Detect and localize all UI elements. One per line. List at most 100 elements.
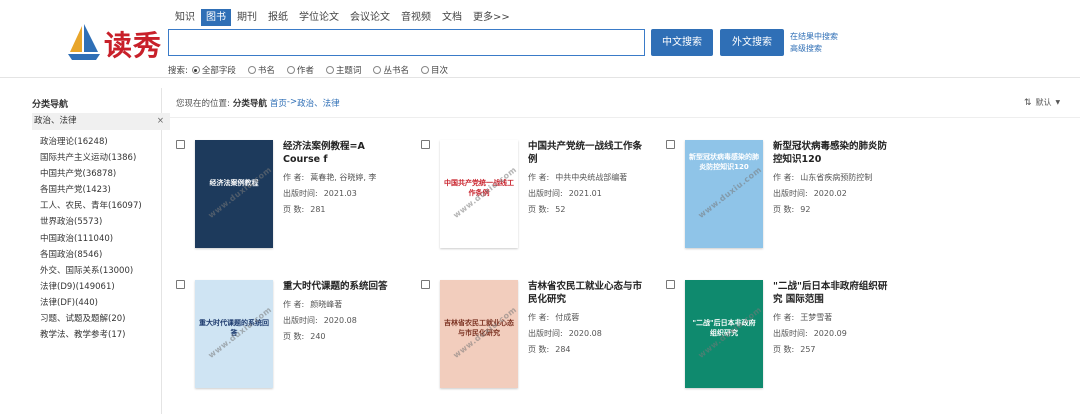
- sidebar-item-0[interactable]: 政治理论(16248): [40, 134, 142, 150]
- book-pages: 281: [310, 205, 326, 214]
- book-card: 新型冠状病毒感染的肺炎防控知识120 www.duxiu.com新型冠状病毒感染的…: [666, 140, 906, 252]
- sidebar-item-4[interactable]: 工人、农民、青年(16097): [40, 198, 142, 214]
- radio-icon[interactable]: [373, 66, 382, 74]
- book-title[interactable]: 新型冠状病毒感染的肺炎防控知识120: [773, 140, 893, 166]
- search-in-results-link[interactable]: 在结果中搜索: [790, 31, 838, 43]
- book-pages-row: 页 数: 52: [528, 202, 648, 218]
- book-cover[interactable]: 经济法案例教程 www.duxiu.com: [195, 140, 273, 248]
- search-scope-label: 搜索:: [168, 66, 188, 76]
- sort-dropdown[interactable]: ⇅ 默认 ▼: [1024, 97, 1060, 108]
- book-author: 付成蓉: [555, 313, 580, 322]
- tab-1[interactable]: 图书: [201, 9, 231, 26]
- sailboat-logo-icon: [68, 24, 100, 60]
- breadcrumb-current-link[interactable]: 政治、法律: [297, 97, 340, 109]
- tab-3[interactable]: 报纸: [263, 9, 293, 26]
- tab-5[interactable]: 会议论文: [345, 9, 395, 26]
- book-date-row: 出版时间: 2021.01: [528, 186, 648, 202]
- sort-icon: ⇅: [1024, 97, 1032, 108]
- author-key: 作 者:: [528, 313, 550, 322]
- tab-0[interactable]: 知识: [170, 9, 200, 26]
- book-title[interactable]: 重大时代课题的系统回答: [283, 280, 403, 293]
- book-pages: 52: [555, 205, 566, 214]
- sidebar-item-12[interactable]: 教学法、教学参考(17): [40, 327, 142, 343]
- book-cover[interactable]: 新型冠状病毒感染的肺炎防控知识120 www.duxiu.com: [685, 140, 763, 248]
- foreign-search-button[interactable]: 外文搜索: [720, 29, 784, 56]
- radio-icon[interactable]: [191, 66, 200, 74]
- date-key: 出版时间:: [773, 189, 808, 198]
- breadcrumb-home-link[interactable]: 首页: [270, 97, 287, 109]
- scope-option-label: 丛书名: [383, 66, 409, 76]
- sidebar-item-10[interactable]: 法律(DF)(440): [40, 295, 142, 311]
- book-date: 2020.08: [568, 329, 602, 338]
- book-pages: 284: [555, 345, 571, 354]
- scope-option-2[interactable]: 作者: [286, 64, 314, 76]
- book-author-row: 作 者: 中共中央统战部编著: [528, 170, 648, 186]
- sidebar-item-6[interactable]: 中国政治(111040): [40, 231, 142, 247]
- author-key: 作 者:: [283, 173, 305, 182]
- duxiu-logo[interactable]: 读秀: [66, 22, 166, 62]
- book-pages-row: 页 数: 240: [283, 329, 403, 345]
- book-author: 王梦雪著: [800, 313, 833, 322]
- sidebar-item-11[interactable]: 习题、试题及题解(20): [40, 311, 142, 327]
- sort-label: 默认: [1035, 98, 1052, 107]
- radio-icon[interactable]: [325, 66, 334, 74]
- book-checkbox[interactable]: [666, 280, 675, 289]
- pages-key: 页 数:: [528, 205, 550, 214]
- tab-8[interactable]: 更多>>: [468, 9, 515, 26]
- scope-option-0[interactable]: 全部字段: [191, 64, 236, 76]
- sidebar-item-5[interactable]: 世界政治(5573): [40, 214, 142, 230]
- book-cover[interactable]: "二战"后日本非政府组织研究 www.duxiu.com: [685, 280, 763, 388]
- book-cover[interactable]: 重大时代课题的系统回答 www.duxiu.com: [195, 280, 273, 388]
- sidebar-item-3[interactable]: 各国共产党(1423): [40, 182, 142, 198]
- book-author-row: 作 者: 山东省疾病预防控制: [773, 170, 893, 186]
- scope-option-1[interactable]: 书名: [247, 64, 275, 76]
- radio-icon[interactable]: [247, 66, 256, 74]
- book-cover[interactable]: 吉林省农民工就业心态与市民化研究 www.duxiu.com: [440, 280, 518, 388]
- book-date-row: 出版时间: 2020.02: [773, 186, 893, 202]
- book-checkbox[interactable]: [176, 280, 185, 289]
- book-checkbox[interactable]: [421, 140, 430, 149]
- category-sidebar: 分类导航 政治、法律 × 政治理论(16248) 国际共产主义运动(1386) 中国…: [22, 88, 170, 414]
- sidebar-item-9[interactable]: 法律(D9)(149061): [40, 279, 142, 295]
- book-title[interactable]: 经济法案例教程=A Course f: [283, 140, 403, 166]
- search-input[interactable]: [168, 29, 645, 56]
- pages-key: 页 数:: [283, 205, 305, 214]
- advanced-search-link[interactable]: 高级搜索: [790, 43, 838, 55]
- book-info: 中国共产党统一战线工作条例作 者: 中共中央统战部编著 出版时间: 2021.01 页 …: [528, 140, 648, 218]
- book-title[interactable]: "二战"后日本非政府组织研究 国际范围: [773, 280, 893, 306]
- author-key: 作 者:: [773, 173, 795, 182]
- scope-option-5[interactable]: 目次: [420, 64, 448, 76]
- book-checkbox[interactable]: [421, 280, 430, 289]
- selected-category-label: 政治、法律: [34, 116, 77, 126]
- sidebar-item-1[interactable]: 国际共产主义运动(1386): [40, 150, 142, 166]
- book-checkbox[interactable]: [176, 140, 185, 149]
- book-date-row: 出版时间: 2021.03: [283, 186, 403, 202]
- tab-7[interactable]: 文档: [437, 9, 467, 26]
- scope-option-4[interactable]: 丛书名: [373, 64, 409, 76]
- close-icon[interactable]: ×: [157, 113, 164, 130]
- book-info: 吉林省农民工就业心态与市民化研究作 者: 付成蓉 出版时间: 2020.08 页 数: 2…: [528, 280, 648, 358]
- tab-4[interactable]: 学位论文: [294, 9, 344, 26]
- book-pages: 92: [800, 205, 811, 214]
- header: 读秀 知识 图书 期刊 报纸 学位论文 会议论文 音视频 文档 更多>> 中文搜索 外文搜索 在…: [0, 0, 1080, 78]
- tab-6[interactable]: 音视频: [396, 9, 436, 26]
- radio-icon[interactable]: [286, 66, 295, 74]
- book-pages-row: 页 数: 92: [773, 202, 893, 218]
- radio-icon[interactable]: [420, 66, 429, 74]
- chinese-search-button[interactable]: 中文搜索: [651, 29, 713, 56]
- sidebar-item-2[interactable]: 中国共产党(36878): [40, 166, 142, 182]
- book-info: 重大时代课题的系统回答作 者: 颜晓峰著 出版时间: 2020.08 页 数: 240: [283, 280, 403, 345]
- book-author: 山东省疾病预防控制: [800, 173, 873, 182]
- book-date: 2021.01: [568, 189, 602, 198]
- book-info: 新型冠状病毒感染的肺炎防控知识120 作 者: 山东省疾病预防控制出版时间: 2020…: [773, 140, 893, 218]
- book-title[interactable]: 吉林省农民工就业心态与市民化研究: [528, 280, 648, 306]
- sidebar-item-7[interactable]: 各国政治(8546): [40, 247, 142, 263]
- book-date-row: 出版时间: 2020.08: [528, 326, 648, 342]
- book-title[interactable]: 中国共产党统一战线工作条例: [528, 140, 648, 166]
- book-cover[interactable]: 中国共产党统一战线工作条例 www.duxiu.com: [440, 140, 518, 248]
- book-checkbox[interactable]: [666, 140, 675, 149]
- sidebar-item-8[interactable]: 外交、国际关系(13000): [40, 263, 142, 279]
- scope-option-3[interactable]: 主题词: [325, 64, 361, 76]
- selected-category: 政治、法律 ×: [32, 113, 170, 130]
- tab-2[interactable]: 期刊: [232, 9, 262, 26]
